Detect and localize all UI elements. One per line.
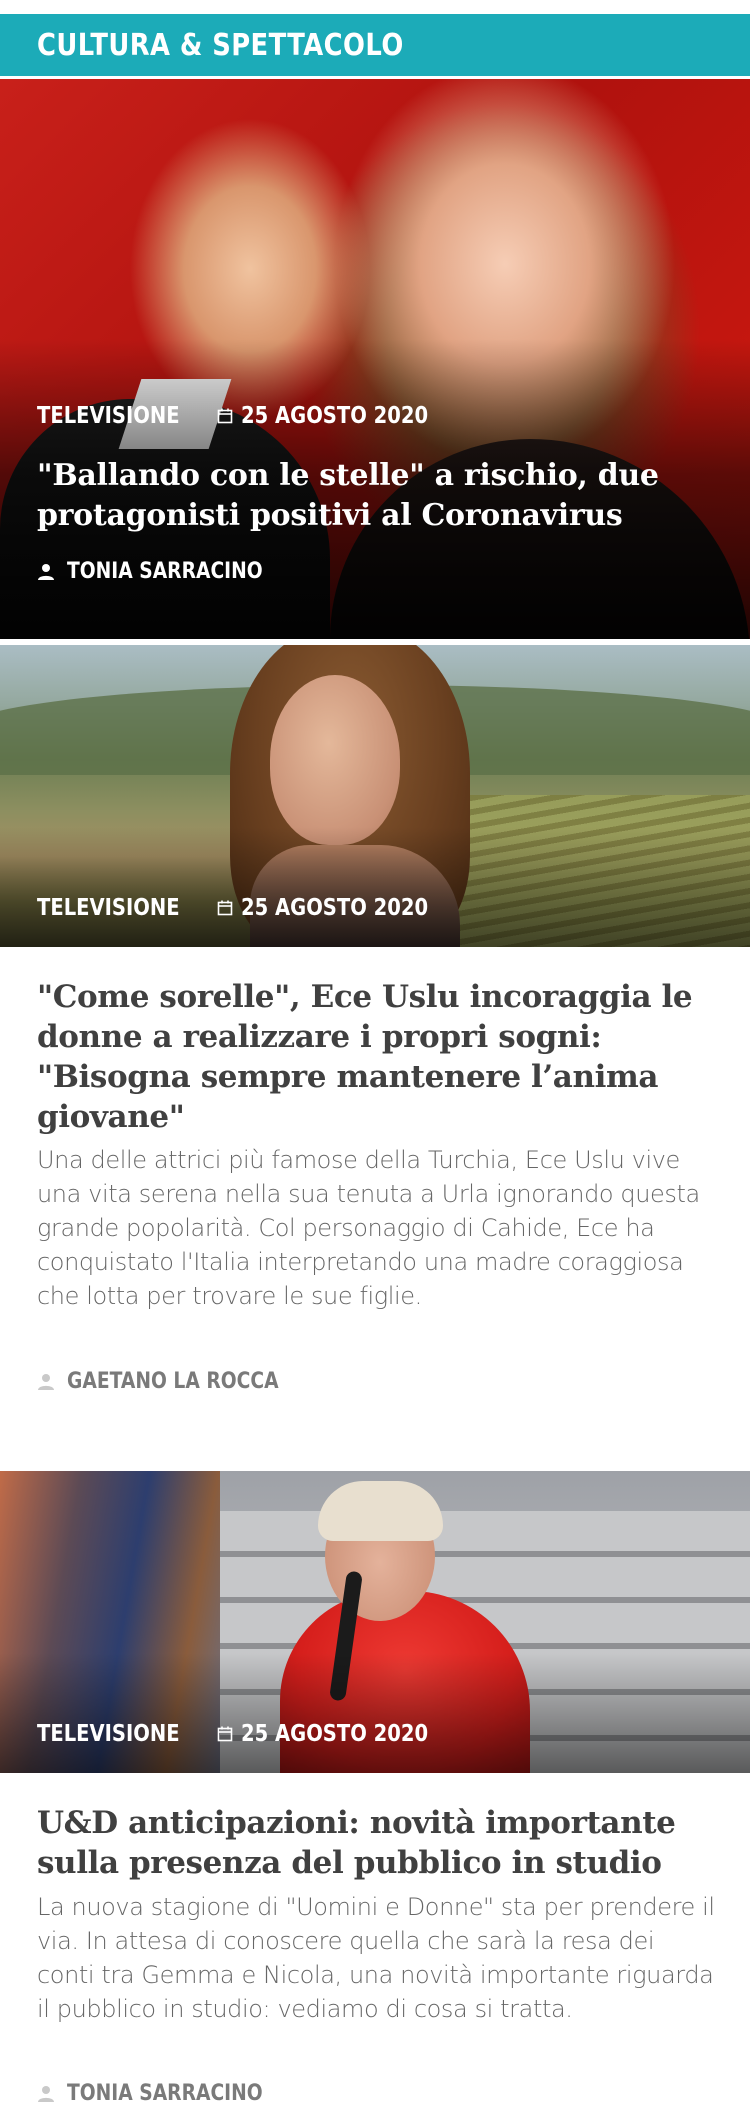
calendar-icon [217,900,233,916]
article-author-1: TONIA SARRACINO [37,559,297,584]
article-meta-3: TELEVISIONE 25 AGOSTO 2020 [37,1721,461,1747]
category-label[interactable]: TELEVISIONE [37,1721,180,1747]
article-title-2[interactable]: "Come sorelle", Ece Uslu incoraggia le d… [37,977,717,1137]
article-image-2[interactable]: TELEVISIONE 25 AGOSTO 2020 [0,645,750,947]
calendar-icon [217,1726,233,1742]
article-author-3: TONIA SARRACINO [37,2081,297,2106]
article-date: 25 AGOSTO 2020 [240,403,428,429]
author-name[interactable]: GAETANO LA ROCCA [67,1369,279,1394]
article-excerpt-2: Una delle attrici più famose della Turch… [37,1146,700,1310]
author-name[interactable]: TONIA SARRACINO [67,2081,263,2106]
article-card-1[interactable]: TELEVISIONE 25 AGOSTO 2020 "Ballando con… [0,79,750,639]
page: CULTURA & SPETTACOLO TELEVISIONE 25 AGOS… [0,0,750,2125]
section-header[interactable]: CULTURA & SPETTACOLO [0,14,750,76]
article-image-3[interactable]: TELEVISIONE 25 AGOSTO 2020 [0,1471,750,1773]
article-title-3[interactable]: U&D anticipazioni: novità importante sul… [37,1803,717,1883]
article-meta-1: TELEVISIONE 25 AGOSTO 2020 [37,403,461,429]
user-icon [38,2085,54,2102]
user-icon [38,563,54,580]
article-date: 25 AGOSTO 2020 [240,895,428,921]
calendar-icon [217,408,233,424]
category-label[interactable]: TELEVISIONE [37,895,180,921]
article-author-2: GAETANO LA ROCCA [37,1369,316,1394]
article-date: 25 AGOSTO 2020 [240,1721,428,1747]
category-label[interactable]: TELEVISIONE [37,403,180,429]
user-icon [38,1373,54,1390]
article-title-1[interactable]: "Ballando con le stelle" a rischio, due … [37,456,727,536]
author-name[interactable]: TONIA SARRACINO [67,559,263,584]
article-excerpt-3: La nuova stagione di "Uomini e Donne" st… [37,1893,715,2023]
article-meta-2: TELEVISIONE 25 AGOSTO 2020 [37,895,461,921]
section-title: CULTURA & SPETTACOLO [37,27,404,63]
